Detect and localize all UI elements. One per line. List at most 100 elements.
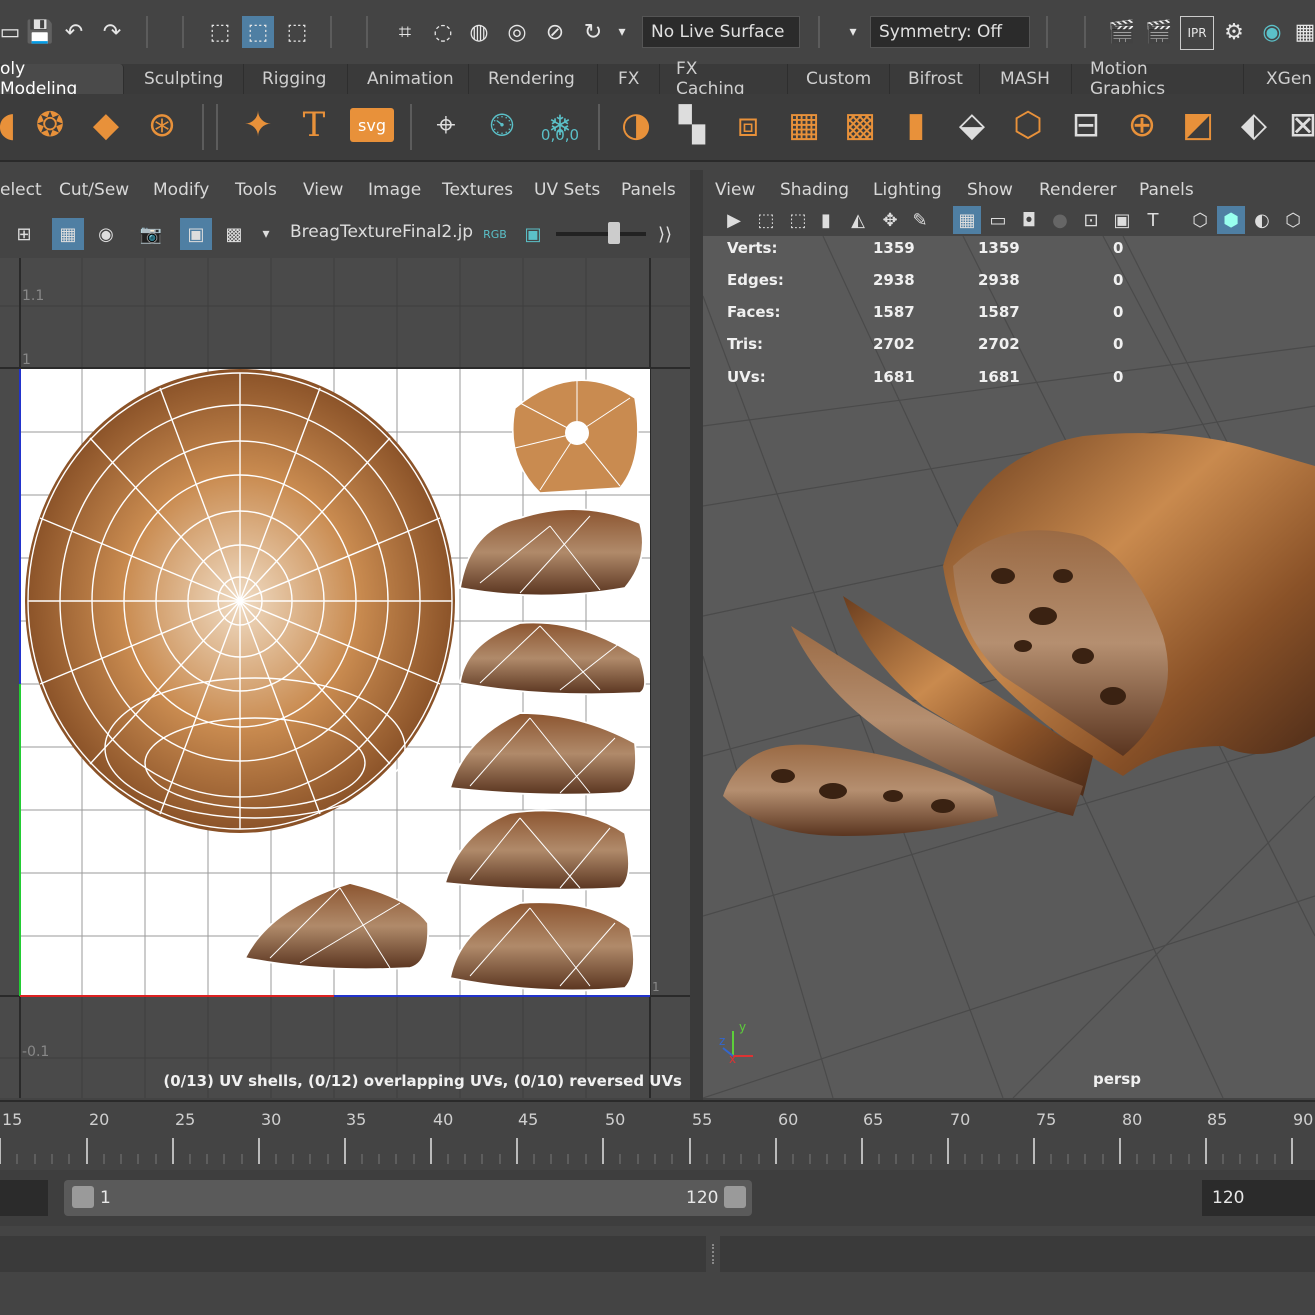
camera-select-icon[interactable]: ▶: [720, 206, 748, 234]
vp-menu-view[interactable]: View: [715, 176, 755, 204]
select-hierarchy-icon[interactable]: ⬚: [205, 16, 235, 48]
select-component-icon[interactable]: ⬚: [282, 16, 312, 48]
uv-menu-textures[interactable]: Textures: [442, 176, 513, 204]
save-icon[interactable]: 💾: [26, 18, 54, 46]
hypershade-icon[interactable]: ◉: [1256, 16, 1288, 48]
uv-menu-tools[interactable]: Tools: [235, 176, 277, 204]
exposure-slider-handle[interactable]: [608, 222, 620, 244]
image-plane-icon[interactable]: ◭: [844, 206, 872, 234]
textured-icon[interactable]: ⬡: [1279, 206, 1307, 234]
safe-title-icon[interactable]: T: [1139, 206, 1167, 234]
tab-bifrost[interactable]: Bifrost: [892, 64, 980, 94]
resolution-gate-icon[interactable]: ◘: [1015, 206, 1043, 234]
camera-lock-icon[interactable]: ⬚: [752, 206, 780, 234]
panel-divider[interactable]: [690, 170, 703, 1100]
open-file-icon[interactable]: ▭: [0, 18, 20, 46]
tab-custom[interactable]: Custom: [790, 64, 890, 94]
uv-editor-panel[interactable]: 1.1 1 -0.1 1 (0/13) UV shells, (0/12) ov…: [0, 258, 690, 1098]
2d-pan-icon[interactable]: ✥: [876, 206, 904, 234]
target-weld-icon[interactable]: ⬖: [1232, 102, 1276, 148]
poly-sphere-icon[interactable]: ◖: [0, 102, 16, 148]
bridge-icon[interactable]: ▮: [894, 102, 938, 148]
chevron-down-icon[interactable]: ▾: [256, 218, 276, 250]
smooth-icon[interactable]: ▦: [782, 102, 826, 148]
snap-live-icon[interactable]: ⊘: [540, 16, 570, 48]
render-current-icon[interactable]: 🎬: [1143, 16, 1175, 48]
uv-menu-cut-sew[interactable]: Cut/Sew: [59, 176, 129, 204]
uv-menu-panels[interactable]: Panels: [621, 176, 676, 204]
image-ratio-icon[interactable]: ▣: [518, 218, 548, 250]
smooth-shade-icon[interactable]: ⬢: [1217, 206, 1245, 234]
wireframe-icon[interactable]: ⬡: [1186, 206, 1214, 234]
tab-poly-modeling[interactable]: oly Modeling: [0, 59, 124, 99]
exposure-slider-track[interactable]: [556, 232, 646, 236]
shaded-uv-icon[interactable]: ⊞: [10, 218, 38, 250]
wireframe-on-shaded-icon[interactable]: ◐: [1248, 206, 1276, 234]
vp-menu-lighting[interactable]: Lighting: [873, 176, 942, 204]
fill-hole-icon[interactable]: ⬡: [1006, 102, 1050, 148]
film-gate-icon[interactable]: ▭: [984, 206, 1012, 234]
type-icon[interactable]: T: [292, 102, 336, 148]
safe-action-icon[interactable]: ▣: [1108, 206, 1136, 234]
uv-menu-uv-sets[interactable]: UV Sets: [534, 176, 600, 204]
toolbar-scroll-icon[interactable]: ⟩⟩: [650, 218, 680, 250]
tab-fx[interactable]: FX: [602, 64, 660, 94]
select-object-icon[interactable]: ⬚: [242, 16, 274, 48]
vp-menu-panels[interactable]: Panels: [1139, 176, 1194, 204]
render-setup-icon[interactable]: ▦: [1294, 16, 1315, 48]
uv-grid-icon[interactable]: ▦: [52, 218, 84, 250]
command-splitter[interactable]: [712, 1244, 718, 1264]
grease-pencil-icon[interactable]: ✎: [906, 206, 934, 234]
delete-history-icon[interactable]: ⏲: [480, 102, 524, 148]
uv-pin-icon[interactable]: ◉: [90, 218, 122, 250]
command-input[interactable]: [0, 1236, 706, 1272]
live-surface-field[interactable]: No Live Surface: [642, 16, 800, 48]
vp-menu-renderer[interactable]: Renderer: [1039, 176, 1117, 204]
tab-sculpting[interactable]: Sculpting: [128, 64, 244, 94]
redo-icon[interactable]: ↷: [98, 18, 126, 46]
rgb-channel-icon[interactable]: RGB: [480, 218, 510, 250]
uv-menu-image[interactable]: Image: [368, 176, 421, 204]
gate-mask-icon[interactable]: ●: [1046, 206, 1074, 234]
range-start-handle[interactable]: [72, 1186, 94, 1208]
field-chart-icon[interactable]: ⊡: [1077, 206, 1105, 234]
svg-icon[interactable]: svg: [350, 108, 394, 142]
tab-rendering[interactable]: Rendering: [472, 64, 598, 94]
vp-menu-shading[interactable]: Shading: [780, 176, 849, 204]
snap-point-icon[interactable]: ◍: [464, 16, 494, 48]
vp-menu-show[interactable]: Show: [967, 176, 1013, 204]
snapshot-icon[interactable]: 📷: [136, 218, 166, 250]
snap-rotate-icon[interactable]: ↻: [578, 16, 608, 48]
uv-menu-select[interactable]: elect: [0, 176, 42, 204]
symmetry-field[interactable]: Symmetry: Off: [870, 16, 1030, 48]
chevron-down-icon[interactable]: ▾: [843, 16, 863, 48]
poly-diamond-icon[interactable]: ◆: [86, 102, 126, 148]
range-end-handle[interactable]: [724, 1186, 746, 1208]
super-shape-icon[interactable]: ✦: [236, 102, 280, 148]
tab-fx-caching[interactable]: FX Caching: [660, 59, 788, 99]
render-view-icon[interactable]: 🎬: [1106, 16, 1138, 48]
tab-animation[interactable]: Animation: [351, 64, 469, 94]
insert-edge-loop-icon[interactable]: ⊕: [1120, 102, 1164, 148]
snap-grid-icon[interactable]: ⌗: [390, 16, 420, 48]
tab-xgen[interactable]: XGen: [1250, 64, 1315, 94]
render-settings-icon[interactable]: ⚙: [1218, 16, 1250, 48]
time-slider[interactable]: 15 20 25 30 35 40 45 50 55 60 65 70 75 8…: [0, 1100, 1315, 1170]
poly-torus-icon[interactable]: ❂: [30, 102, 70, 148]
uv-editor-shelf-icon[interactable]: ⊠: [1289, 102, 1315, 148]
display-image-icon[interactable]: ▣: [180, 218, 212, 250]
extrude-icon[interactable]: ▩: [838, 102, 882, 148]
start-frame-field[interactable]: [0, 1180, 48, 1216]
chevron-down-icon[interactable]: ▾: [612, 16, 632, 48]
multi-cut-icon[interactable]: ⊟: [1064, 102, 1108, 148]
tab-rigging[interactable]: Rigging: [246, 64, 348, 94]
perspective-viewport[interactable]: y z x Verts: 1359 1359 0 Edges: 2938 293…: [703, 236, 1315, 1098]
grid-toggle-icon[interactable]: ▦: [953, 206, 981, 234]
texture-name[interactable]: BreagTextureFinal2.jpg: [290, 222, 474, 248]
range-slider[interactable]: [64, 1180, 752, 1216]
bookmark-icon[interactable]: ▮: [814, 206, 838, 234]
snap-view-plane-icon[interactable]: ◎: [502, 16, 532, 48]
end-frame-field[interactable]: 120: [1202, 1180, 1315, 1216]
tab-motion-graphics[interactable]: Motion Graphics: [1074, 59, 1244, 99]
mirror-icon[interactable]: ⧈: [726, 102, 770, 148]
